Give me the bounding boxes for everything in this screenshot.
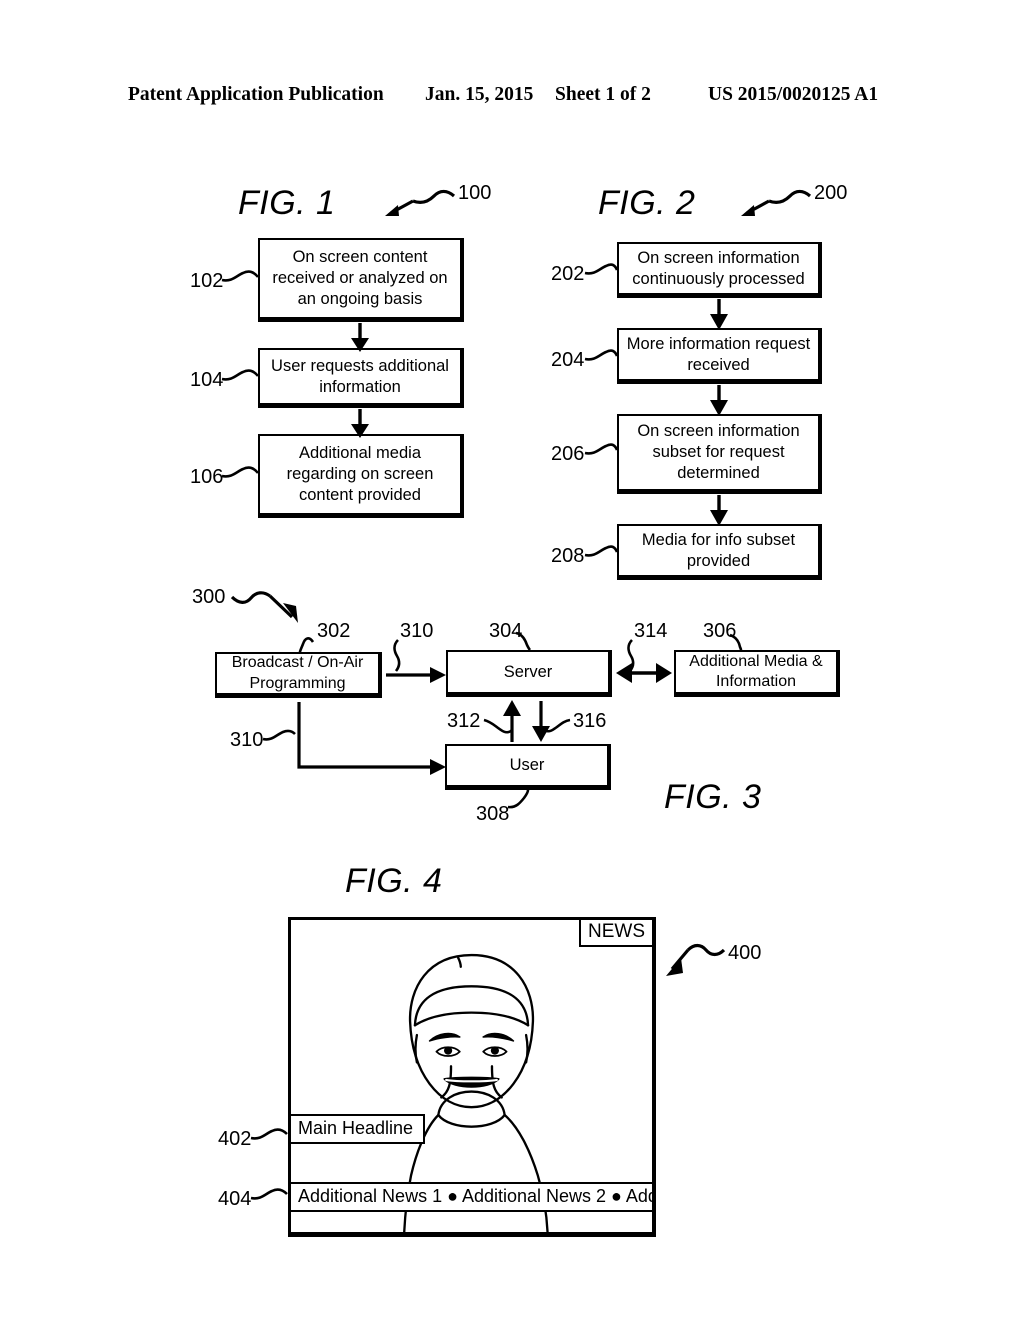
fig2-ref-208: 208 — [551, 545, 585, 567]
fig3-ref-304: 304 — [489, 620, 523, 642]
news-ticker-bar: Additional News 1 ● Additional News 2 ● … — [291, 1182, 652, 1212]
fig3-leader-314 — [627, 639, 635, 672]
news-channel-badge: NEWS — [579, 920, 652, 947]
fig2-ref-202: 202 — [551, 263, 585, 285]
fig4-leader-402 — [250, 1128, 288, 1140]
fig3-link-302-304 — [386, 667, 446, 683]
fig2-step-206-label: On screen information subset for request… — [637, 422, 800, 482]
fig2-step-204-label: More information request received — [626, 334, 811, 374]
fig3-leader-310-bottom — [262, 729, 296, 741]
fig2-step-208-label: Media for info subset provided — [641, 530, 796, 570]
header-publication-number: US 2015/0020125 A1 — [708, 84, 879, 105]
header-publication-title: Patent Application Publication — [128, 84, 384, 105]
fig2-step-box-206: On screen information subset for request… — [617, 414, 822, 494]
fig1-step-104-label: User requests additional information — [271, 356, 449, 396]
fig2-arrow-202-204 — [710, 299, 728, 330]
figure-1-system-ref: 100 — [458, 182, 492, 204]
fig4-system-leader — [666, 943, 726, 976]
fig2-step-box-204: More information request received — [617, 328, 822, 384]
fig2-arrow-204-206 — [710, 385, 728, 416]
figure-4-title: FIG. 4 — [345, 862, 443, 900]
fig4-ref-402: 402 — [218, 1128, 252, 1150]
fig3-ref-316: 316 — [573, 710, 607, 732]
fig3-node-304-label: Server — [503, 662, 553, 681]
fig3-ref-312: 312 — [447, 710, 481, 732]
fig3-node-server: Server — [446, 650, 612, 697]
fig3-leader-310-top — [393, 639, 401, 672]
fig1-ref-102: 102 — [190, 270, 224, 292]
fig3-leader-316 — [542, 718, 571, 733]
fig2-step-box-208: Media for info subset provided — [617, 524, 822, 580]
fig1-step-box-104: User requests additional information — [258, 348, 464, 408]
fig1-system-leader — [385, 189, 456, 216]
fig1-ref-104: 104 — [190, 369, 224, 391]
fig3-node-user: User — [445, 744, 611, 790]
fig3-link-308-304 — [503, 700, 521, 742]
fig1-step-106-label: Additional media regarding on screen con… — [286, 444, 434, 504]
fig3-system-leader — [230, 591, 298, 623]
fig3-node-302-label: Broadcast / On-Air Programming — [231, 654, 364, 692]
fig3-leader-308 — [507, 789, 530, 809]
page-header: Patent Application Publication Jan. 15, … — [0, 84, 1024, 112]
fig1-leader-106 — [221, 466, 260, 478]
fig3-ref-310-bottom: 310 — [230, 729, 264, 751]
fig2-step-box-202: On screen information continuously proce… — [617, 242, 822, 298]
fig2-leader-204 — [584, 349, 619, 361]
fig2-leader-208 — [584, 545, 619, 557]
header-sheet-number: Sheet 1 of 2 — [555, 84, 651, 105]
figure-2-title: FIG. 2 — [598, 184, 696, 222]
fig1-leader-104 — [221, 369, 260, 381]
fig3-ref-308: 308 — [476, 803, 510, 825]
figure-3-system-ref: 300 — [192, 586, 226, 608]
fig4-ref-404: 404 — [218, 1188, 252, 1210]
fig3-ref-310-top: 310 — [400, 620, 434, 642]
figure-2-system-ref: 200 — [814, 182, 848, 204]
fig3-node-additional-media: Additional Media & Information — [674, 650, 840, 697]
fig3-link-302-308 — [297, 702, 446, 775]
fig2-step-202-label: On screen information continuously proce… — [632, 248, 805, 288]
fig3-node-308-label: User — [509, 756, 545, 775]
fig3-ref-302: 302 — [317, 620, 351, 642]
fig3-node-306-label: Additional Media & Information — [689, 652, 823, 690]
fig2-arrow-206-208 — [710, 495, 728, 526]
fig3-node-broadcast: Broadcast / On-Air Programming — [215, 652, 382, 698]
main-headline-box: Main Headline — [291, 1114, 426, 1144]
fig2-leader-206 — [584, 443, 619, 455]
fig3-leader-302 — [298, 637, 315, 653]
figure-1-title: FIG. 1 — [238, 184, 336, 222]
fig1-step-box-106: Additional media regarding on screen con… — [258, 434, 464, 518]
fig3-ref-306: 306 — [703, 620, 737, 642]
fig3-link-304-308 — [532, 701, 550, 742]
figure-3-title: FIG. 3 — [664, 778, 762, 816]
header-date: Jan. 15, 2015 — [425, 84, 534, 105]
fig2-leader-202 — [584, 263, 619, 275]
fig2-ref-204: 204 — [551, 349, 585, 371]
fig3-link-304-306 — [616, 663, 672, 683]
fig2-system-leader — [741, 189, 812, 216]
fig1-step-102-label: On screen content received or analyzed o… — [272, 248, 448, 308]
fig4-leader-404 — [250, 1188, 288, 1200]
fig2-ref-206: 206 — [551, 443, 585, 465]
fig3-ref-314: 314 — [634, 620, 668, 642]
figure-4-system-ref: 400 — [728, 942, 762, 964]
fig3-leader-312 — [483, 718, 513, 734]
fig1-step-box-102: On screen content received or analyzed o… — [258, 238, 464, 322]
fig4-television-screen: NEWS Main Headline Additional News 1 ● A… — [288, 917, 656, 1237]
fig1-ref-106: 106 — [190, 466, 224, 488]
fig1-leader-102 — [221, 270, 260, 282]
